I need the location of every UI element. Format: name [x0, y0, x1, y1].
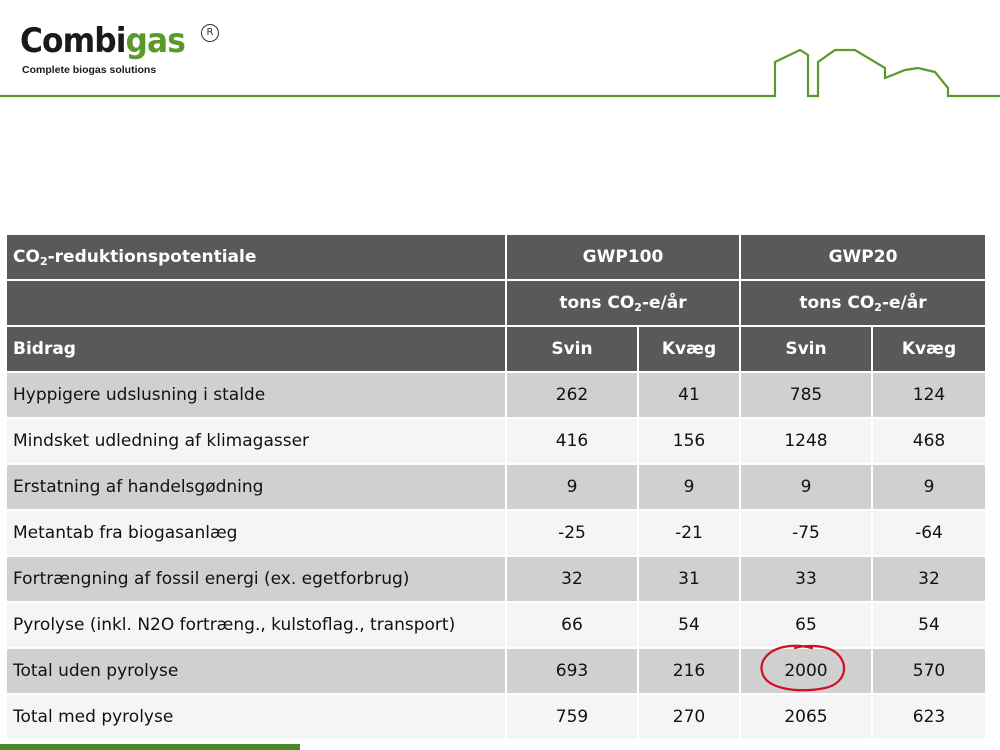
gwp100-unit: tons CO2-e/år — [505, 279, 741, 327]
cell-value: -64 — [871, 509, 987, 557]
row-label: Erstatning af handelsgødning — [5, 463, 507, 511]
table-row: Erstatning af handelsgødning 9 9 9 9 — [5, 463, 987, 511]
row-label: Total med pyrolyse — [5, 693, 507, 741]
cell-value: 693 — [505, 647, 639, 695]
bidrag-header: Bidrag — [5, 325, 507, 373]
cell-value-highlighted: 2000 — [739, 647, 873, 695]
cell-value: 270 — [637, 693, 741, 741]
registered-mark: R — [201, 24, 219, 42]
cell-value: 156 — [637, 417, 741, 465]
header-spacer — [5, 279, 507, 327]
col-gwp20-kvaeg: Kvæg — [871, 325, 987, 373]
cell-value: 54 — [637, 601, 741, 649]
cell-value: 65 — [739, 601, 873, 649]
cell-value: 785 — [739, 371, 873, 419]
table-title: CO2-reduktionspotentiale — [5, 233, 507, 281]
cell-value: -25 — [505, 509, 639, 557]
cell-value: 468 — [871, 417, 987, 465]
cell-value: 32 — [871, 555, 987, 603]
cell-value: 262 — [505, 371, 639, 419]
cell-value: 41 — [637, 371, 741, 419]
table-row: Total uden pyrolyse 693 216 2000 570 — [5, 647, 987, 695]
table-row: Pyrolyse (inkl. N2O fortræng., kulstofla… — [5, 601, 987, 649]
cell-value: 32 — [505, 555, 639, 603]
cell-value: 623 — [871, 693, 987, 741]
row-label: Metantab fra biogasanlæg — [5, 509, 507, 557]
cell-value: 31 — [637, 555, 741, 603]
footer-bar — [0, 744, 300, 750]
cell-value: 124 — [871, 371, 987, 419]
row-label: Fortrængning af fossil energi (ex. egetf… — [5, 555, 507, 603]
cell-value: 66 — [505, 601, 639, 649]
table-row: Hyppigere udslusning i stalde 262 41 785… — [5, 371, 987, 419]
cell-value: 33 — [739, 555, 873, 603]
cell-value: 9 — [637, 463, 741, 511]
col-gwp100-kvaeg: Kvæg — [637, 325, 741, 373]
cell-value: 759 — [505, 693, 639, 741]
logo-wordmark: Combigas — [20, 21, 186, 61]
cell-value: 54 — [871, 601, 987, 649]
row-label: Mindsket udledning af klimagasser — [5, 417, 507, 465]
table-row: Mindsket udledning af klimagasser 416 15… — [5, 417, 987, 465]
cell-value: 9 — [505, 463, 639, 511]
cell-value: 416 — [505, 417, 639, 465]
cell-value: 216 — [637, 647, 741, 695]
row-label: Pyrolyse (inkl. N2O fortræng., kulstofla… — [5, 601, 507, 649]
cell-value: 9 — [739, 463, 873, 511]
gwp20-unit: tons CO2-e/år — [739, 279, 987, 327]
cell-value: -21 — [637, 509, 741, 557]
cell-value: 1248 — [739, 417, 873, 465]
row-label: Hyppigere udslusning i stalde — [5, 371, 507, 419]
gwp100-header: GWP100 — [505, 233, 741, 281]
cell-value: -75 — [739, 509, 873, 557]
table-row: Fortrængning af fossil energi (ex. egetf… — [5, 555, 987, 603]
table-row: Metantab fra biogasanlæg -25 -21 -75 -64 — [5, 509, 987, 557]
gwp20-header: GWP20 — [739, 233, 987, 281]
col-gwp100-svin: Svin — [505, 325, 639, 373]
cell-value: 9 — [871, 463, 987, 511]
co2-reduction-table: CO2-reduktionspotentiale GWP100 GWP20 to… — [5, 233, 987, 741]
col-gwp20-svin: Svin — [739, 325, 873, 373]
row-label: Total uden pyrolyse — [5, 647, 507, 695]
combigas-logo: Combigas R Complete biogas solutions — [20, 21, 219, 76]
logo-tagline: Complete biogas solutions — [22, 64, 157, 76]
table-row: Total med pyrolyse 759 270 2065 623 — [5, 693, 987, 741]
cell-value: 570 — [871, 647, 987, 695]
cell-value: 2065 — [739, 693, 873, 741]
